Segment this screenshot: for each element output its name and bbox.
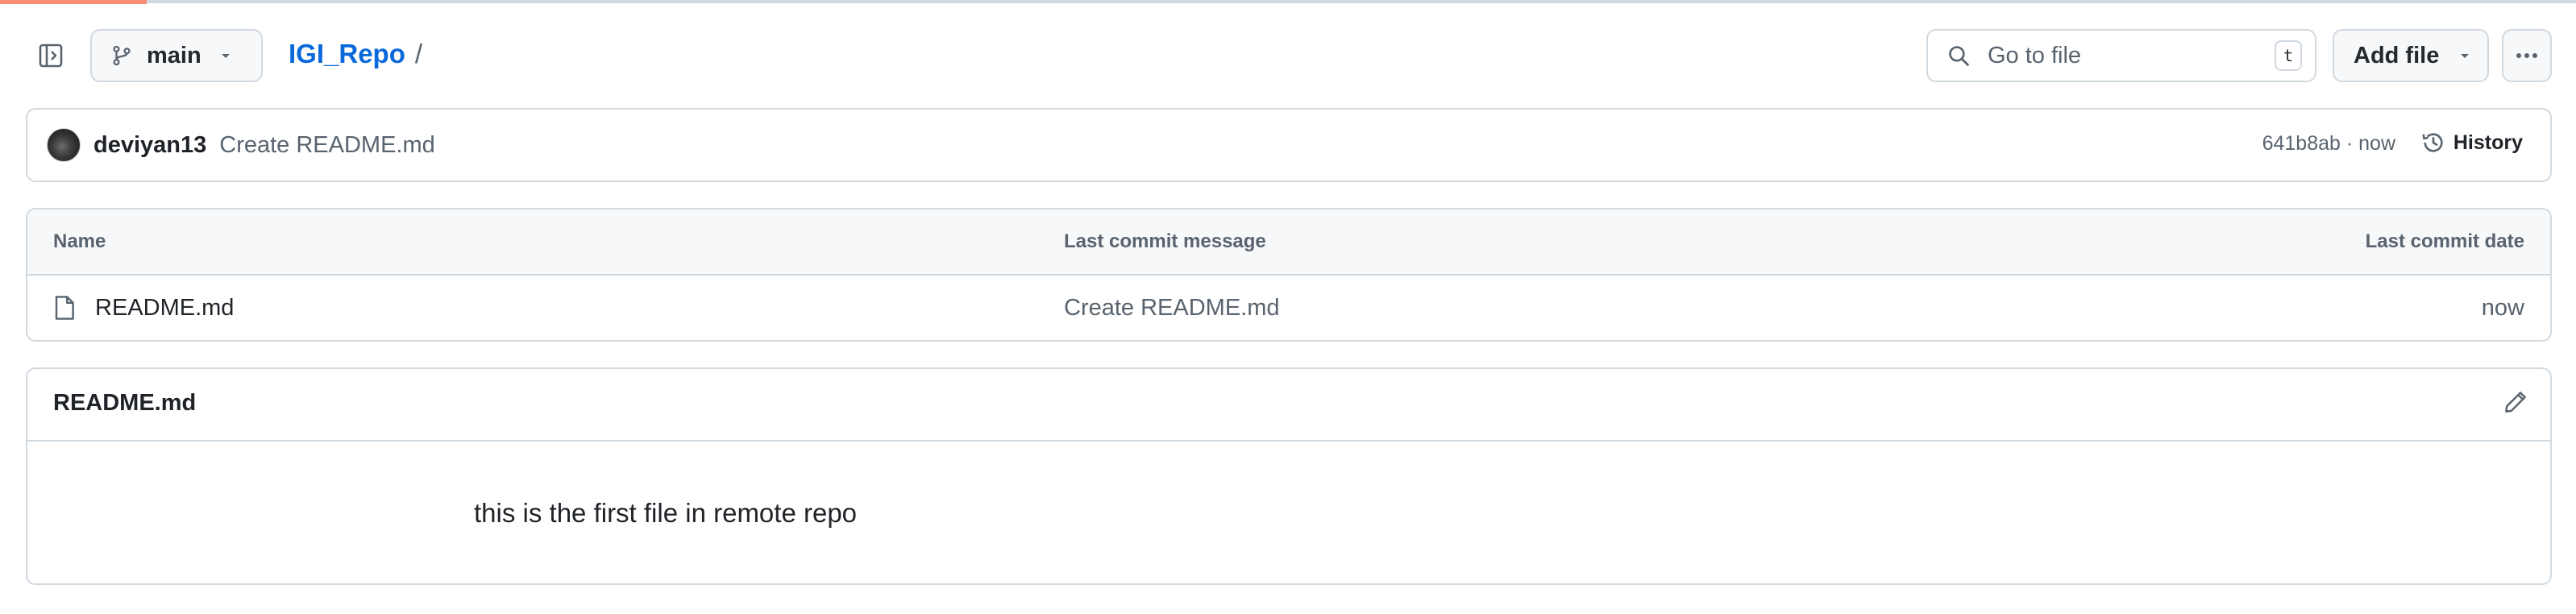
chevron-down-icon: [221, 54, 230, 58]
kebab-horizontal-icon: [2516, 53, 2537, 58]
repo-root-link[interactable]: IGI_Repo: [289, 39, 405, 69]
pencil-icon[interactable]: [2503, 390, 2528, 414]
commit-sha-and-time[interactable]: 641b8ab · now: [2262, 132, 2395, 156]
branch-selector-button[interactable]: main: [90, 29, 263, 82]
readme-panel: README.md this is the first file in remo…: [26, 367, 2552, 585]
active-tab-underline: [0, 0, 147, 4]
file-table: Name Last commit message Last commit dat…: [26, 208, 2552, 342]
add-file-label: Add file: [2354, 42, 2440, 68]
column-header-name: Name: [53, 230, 106, 252]
history-button[interactable]: History: [2421, 131, 2523, 155]
sidebar-expand-icon: [39, 44, 63, 68]
commit-author-link[interactable]: deviyan13: [93, 132, 206, 159]
readme-content: this is the first file in remote repo: [474, 498, 858, 528]
file-navigation-toolbar: main IGI_Repo / Go to file t Add file: [26, 27, 2552, 84]
search-placeholder: Go to file: [1988, 42, 2082, 68]
header-divider: [0, 0, 2576, 3]
commit-message-link[interactable]: Create README.md: [219, 132, 435, 159]
column-header-last-commit-message: Last commit message: [1064, 230, 1266, 252]
breadcrumb: IGI_Repo /: [289, 39, 422, 69]
breadcrumb-separator: /: [414, 39, 423, 68]
sidebar-toggle-button[interactable]: [32, 37, 69, 74]
add-file-button[interactable]: Add file: [2333, 29, 2489, 82]
file-name-link[interactable]: README.md: [95, 295, 234, 322]
latest-commit-bar: deviyan13 Create README.md 641b8ab · now…: [26, 108, 2552, 182]
history-icon: [2421, 131, 2445, 155]
readme-header: README.md: [27, 369, 2550, 442]
chevron-down-icon: [2461, 54, 2470, 58]
keyboard-shortcut-hint: t: [2275, 40, 2302, 71]
readme-title[interactable]: README.md: [53, 390, 196, 417]
branch-name: main: [147, 42, 202, 68]
git-branch-icon: [113, 45, 131, 66]
table-row[interactable]: README.md Create README.md now: [27, 276, 2550, 340]
search-icon: [1947, 44, 1970, 67]
file-commit-date: now: [2481, 295, 2524, 321]
go-to-file-input[interactable]: Go to file t: [1926, 29, 2316, 82]
avatar[interactable]: [47, 128, 81, 162]
more-options-button[interactable]: [2502, 29, 2552, 82]
file-commit-message-link[interactable]: Create README.md: [1064, 295, 1280, 322]
history-label: History: [2453, 131, 2523, 154]
table-header: Name Last commit message Last commit dat…: [27, 210, 2550, 276]
file-icon: [53, 295, 76, 321]
column-header-last-commit-date: Last commit date: [2365, 230, 2524, 252]
